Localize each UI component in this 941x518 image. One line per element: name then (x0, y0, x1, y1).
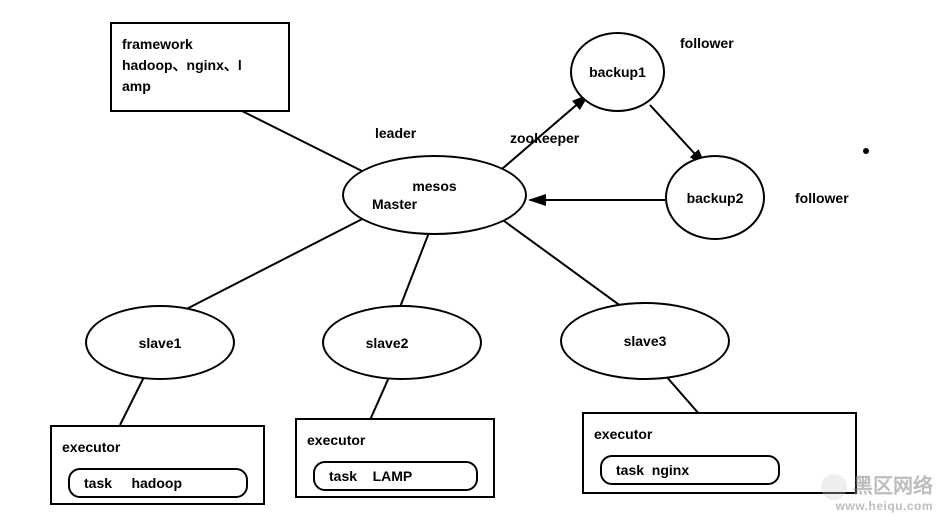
executor1-task: task hadoop (68, 468, 248, 498)
slave2-label: slave2 (366, 335, 409, 351)
executor1-title: executor (62, 437, 253, 458)
zookeeper-label: zookeeper (510, 130, 579, 146)
master-line2: Master (372, 195, 417, 213)
executor2-task: task LAMP (313, 461, 478, 491)
decorative-dot (863, 148, 869, 154)
follower1-label: follower (680, 35, 734, 51)
executor2-box: executor task LAMP (295, 418, 495, 498)
mesos-master-node: mesos Master (342, 155, 527, 235)
backup1-node: backup1 (570, 32, 665, 112)
backup1-label: backup1 (589, 64, 646, 80)
master-line1: mesos (412, 177, 456, 195)
watermark-text: 黑区网络 (853, 475, 933, 497)
executor1-box: executor task hadoop (50, 425, 265, 505)
framework-line1: framework (122, 34, 278, 55)
framework-line3: amp (122, 76, 278, 97)
slave3-label: slave3 (624, 333, 667, 349)
framework-line2: hadoop、nginx、l (122, 55, 278, 76)
backup2-node: backup2 (665, 155, 765, 240)
backup2-label: backup2 (687, 190, 744, 206)
follower2-label: follower (795, 190, 849, 206)
slave1-node: slave1 (85, 305, 235, 380)
slave2-node: slave2 (322, 305, 482, 380)
framework-box: framework hadoop、nginx、l amp (110, 22, 290, 112)
slave1-label: slave1 (139, 335, 182, 351)
executor3-title: executor (594, 424, 845, 445)
leader-label: leader (375, 125, 416, 141)
slave3-node: slave3 (560, 302, 730, 380)
executor3-box: executor task nginx (582, 412, 857, 494)
executor2-title: executor (307, 430, 483, 451)
watermark-sub: www.heiqu.com (821, 500, 933, 512)
executor3-task: task nginx (600, 455, 780, 485)
